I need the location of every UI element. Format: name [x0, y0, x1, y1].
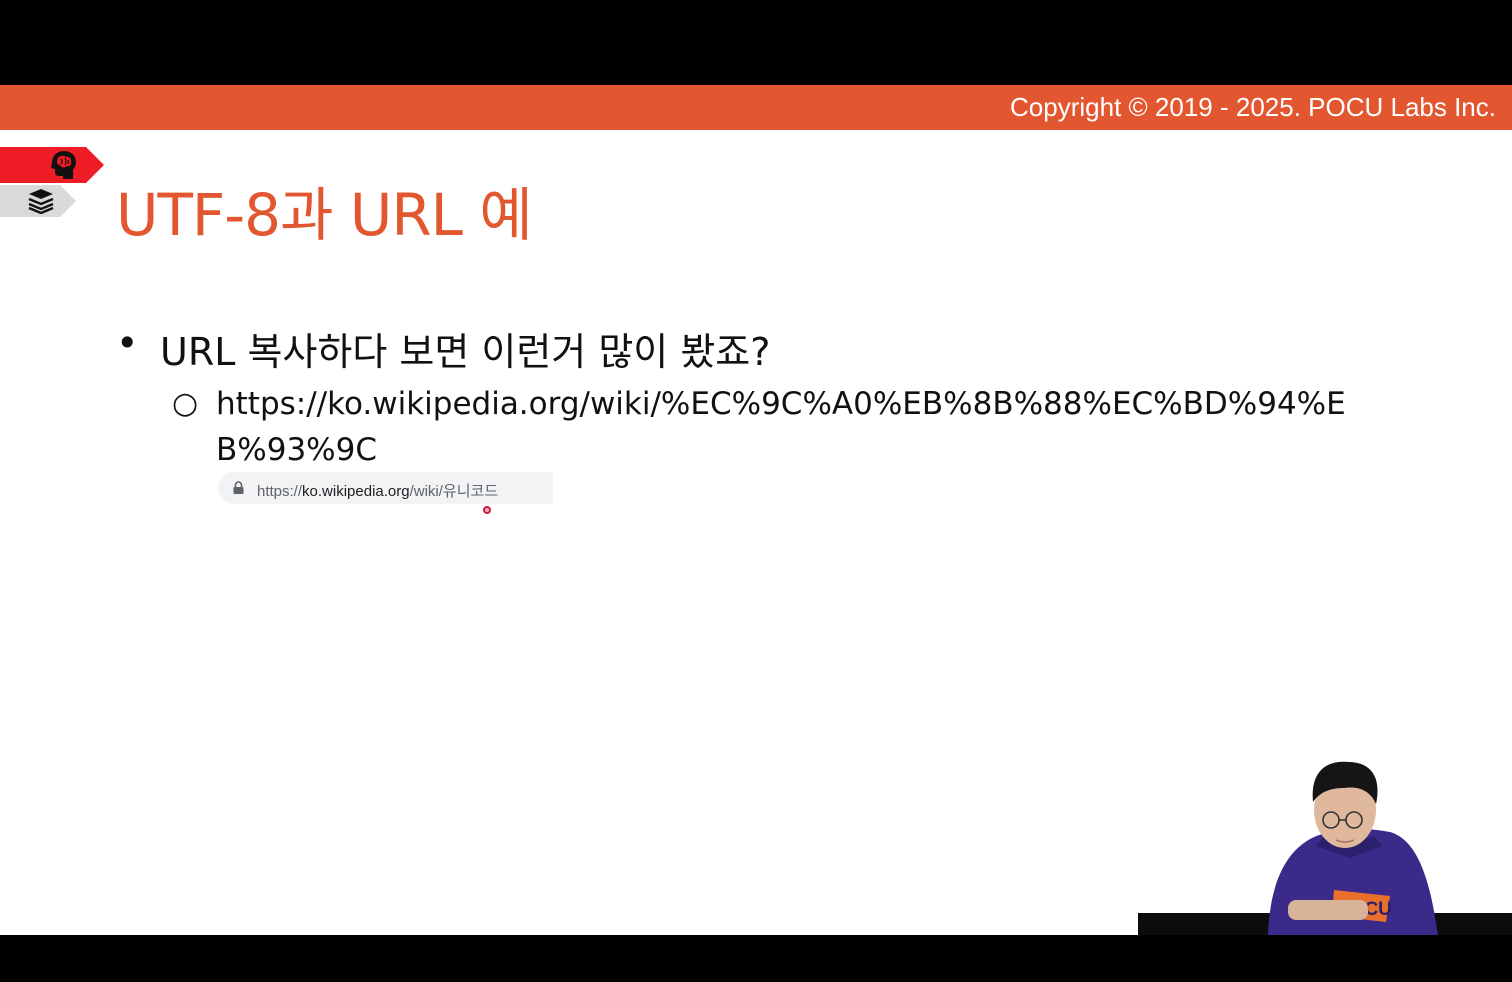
video-letterbox-top	[0, 0, 1512, 85]
browser-address-bar-screenshot: https://ko.wikipedia.org/wiki/유니코드	[218, 472, 553, 504]
slide-title: UTF-8과 URL 예	[116, 181, 533, 249]
address-scheme: https://	[257, 483, 303, 500]
bullet-text: URL 복사하다 보면 이런거 많이 봤죠?	[160, 330, 771, 374]
slide-header-band: Copyright © 2019 - 2025. POCU Labs Inc.	[0, 85, 1512, 130]
address-path: /wiki/유니코드	[409, 483, 499, 500]
bullet-marker: •	[116, 321, 139, 365]
brain-icon	[51, 151, 76, 179]
encoded-url-text: https://ko.wikipedia.org/wiki/%EC%9C%A0%…	[216, 386, 1346, 468]
sub-bullet-marker: ○	[172, 386, 199, 421]
presenter-webcam: POCU	[1138, 740, 1512, 935]
brain-tag	[0, 147, 104, 183]
video-letterbox-bottom	[0, 935, 1512, 982]
book-tag	[0, 185, 76, 217]
address-text: https://ko.wikipedia.org/wiki/유니코드	[257, 480, 498, 501]
pointer-highlight	[483, 506, 491, 514]
copyright-text: Copyright © 2019 - 2025. POCU Labs Inc.	[1010, 92, 1496, 122]
lock-icon	[233, 481, 244, 494]
presenter-figure: POCU	[1138, 761, 1512, 935]
book-stack-icon	[28, 189, 54, 214]
address-host: ko.wikipedia.org	[302, 483, 410, 500]
slide: Copyright © 2019 - 2025. POCU Labs Inc. …	[0, 85, 1512, 935]
